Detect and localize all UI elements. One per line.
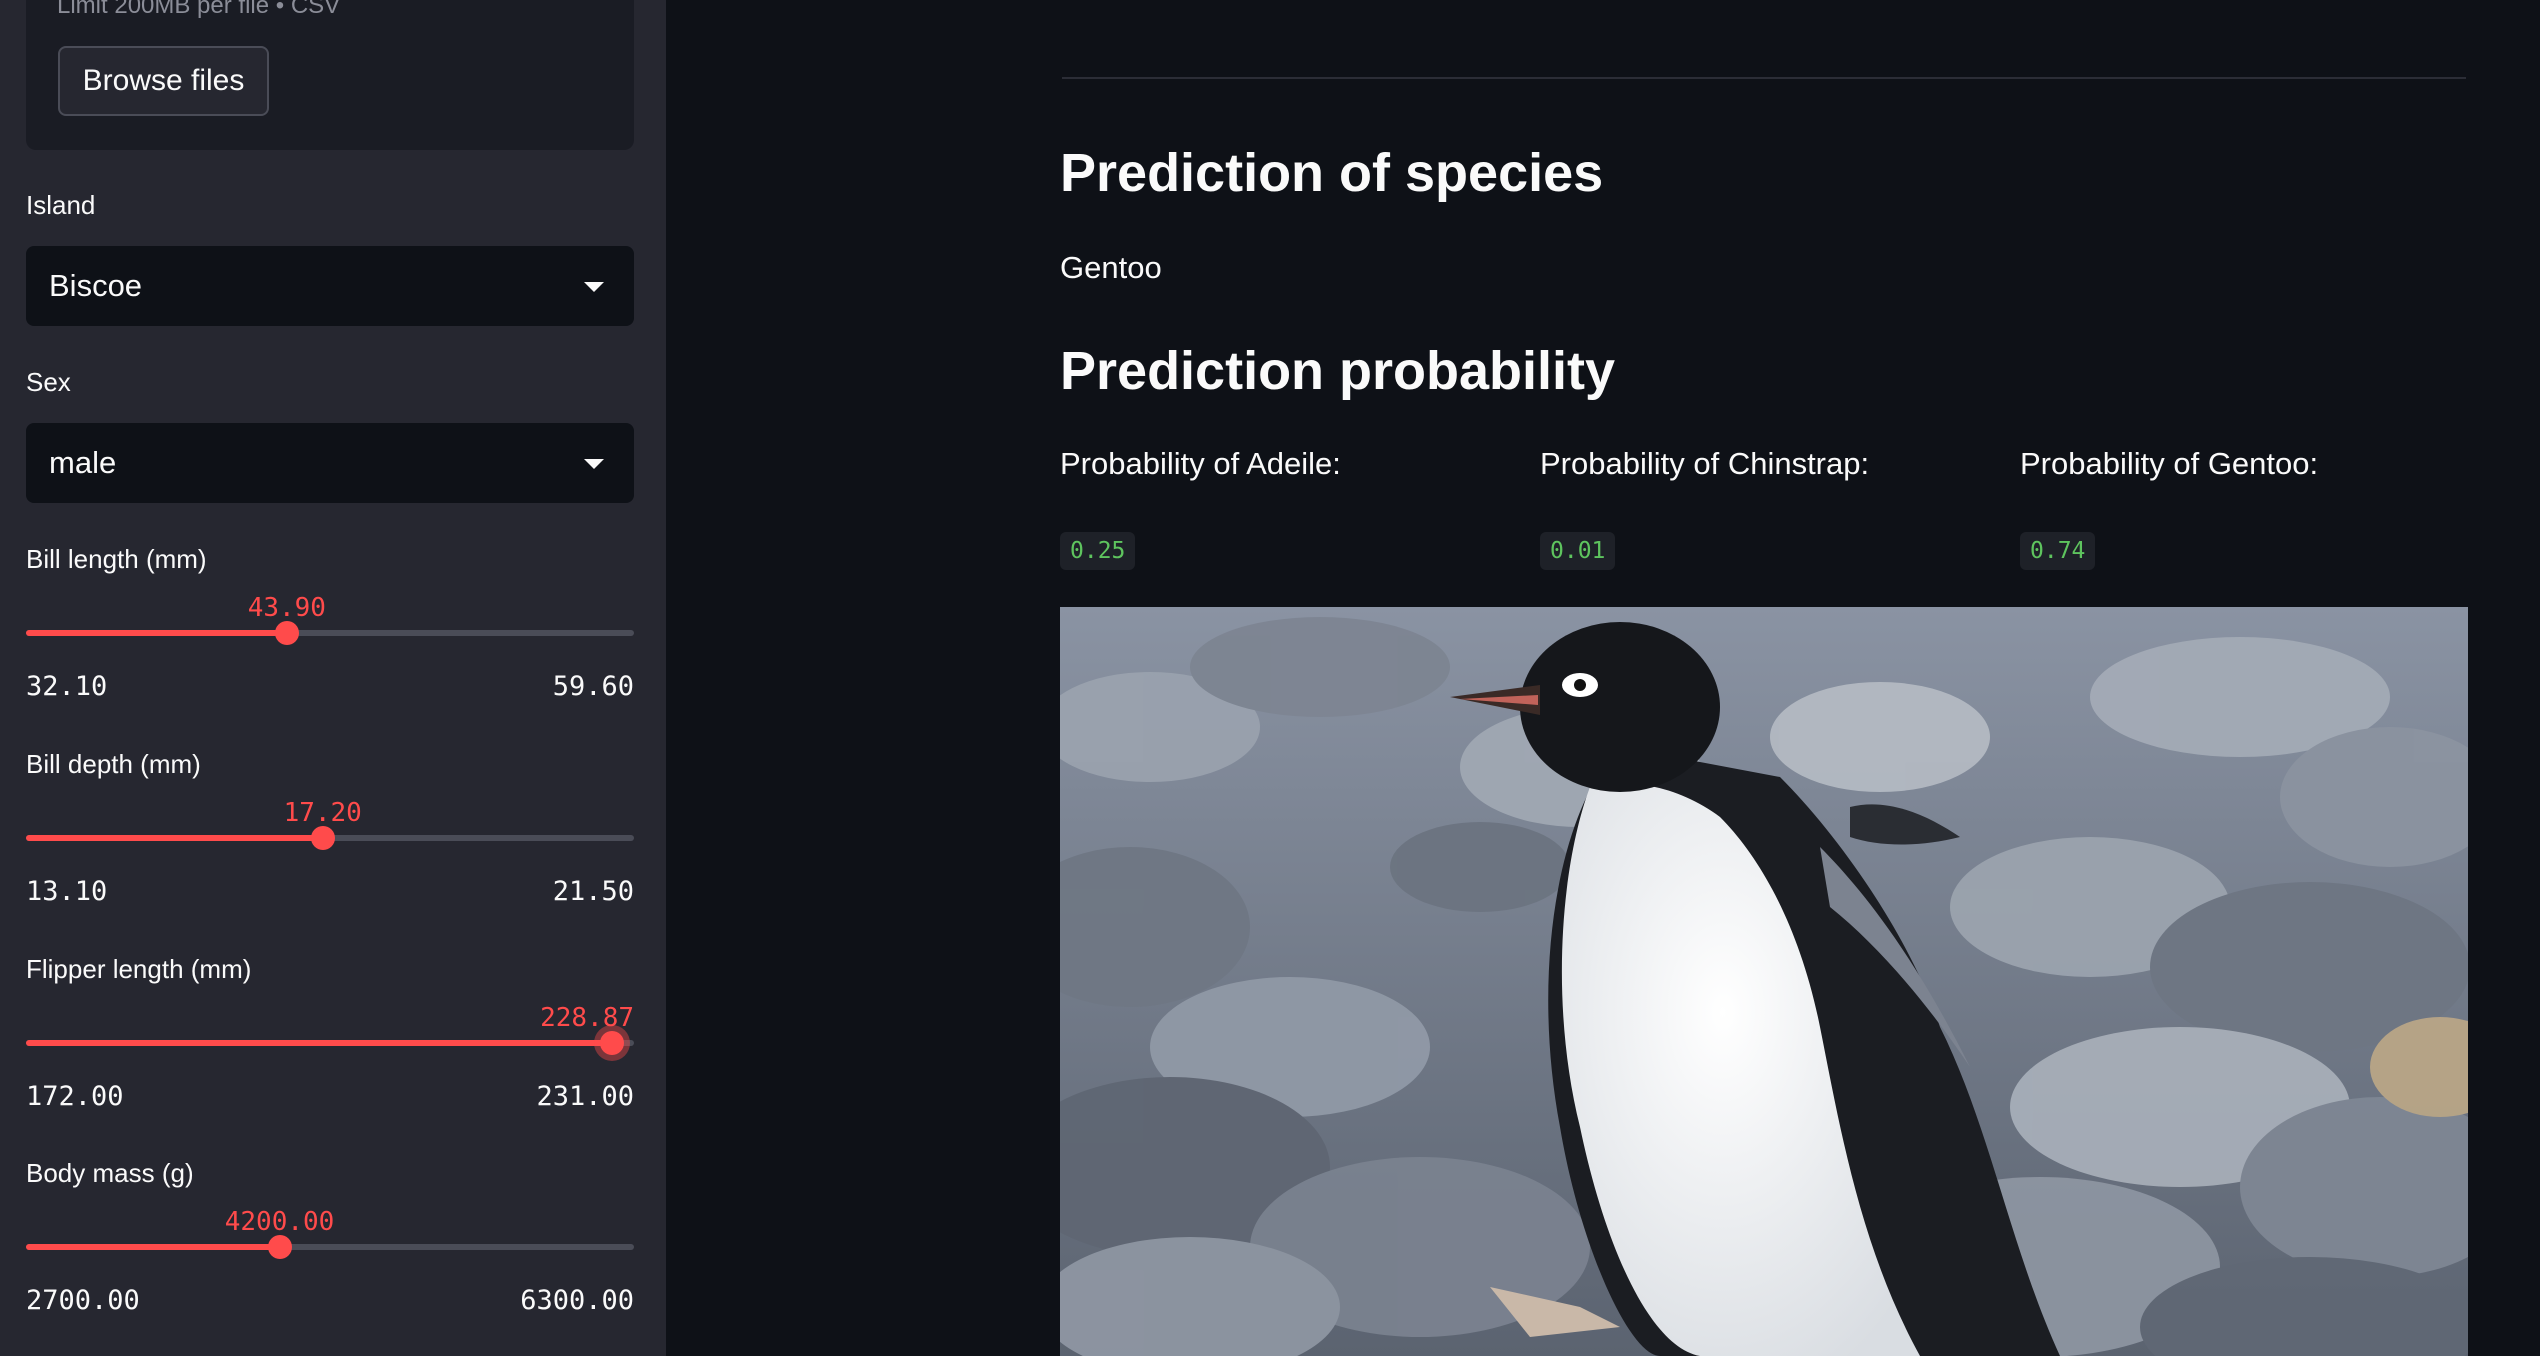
slider-min: 172.00: [26, 1081, 124, 1112]
slider-thumb[interactable]: [600, 1031, 625, 1055]
slider-max: 21.50: [552, 876, 634, 907]
probability-label: Probability of Adeile:: [1060, 446, 1341, 481]
slider-track[interactable]: [26, 621, 634, 645]
sex-select[interactable]: male: [26, 423, 634, 503]
file-uploader[interactable]: Limit 200MB per file • CSV Browse files: [26, 0, 634, 150]
body-mass-label: Body mass (g): [26, 1158, 194, 1188]
sex-label: Sex: [26, 367, 71, 397]
slider-value: 17.20: [283, 798, 362, 828]
probability-label: Probability of Gentoo:: [2020, 446, 2319, 481]
slider-max: 6300.00: [520, 1285, 634, 1316]
slider-max: 59.60: [552, 671, 634, 702]
divider: [1062, 77, 2466, 79]
main-content: Prediction of species Gentoo Prediction …: [666, 0, 2540, 1356]
penguin-photo: [1060, 607, 2468, 1356]
slider-min: 2700.00: [26, 1285, 140, 1316]
bill-length-label: Bill length (mm): [26, 544, 207, 574]
chevron-down-icon: [584, 459, 604, 469]
probability-gentoo: Probability of Gentoo: 0.74: [2020, 446, 2319, 570]
flipper-length-slider[interactable]: 228.87 172.00 231.00: [26, 1003, 634, 1123]
slider-max: 231.00: [536, 1081, 634, 1112]
bill-depth-label: Bill depth (mm): [26, 749, 201, 779]
probability-chinstrap: Probability of Chinstrap: 0.01: [1540, 446, 1870, 570]
island-select[interactable]: Biscoe: [26, 246, 634, 326]
species-heading: Prediction of species: [1060, 143, 1604, 203]
probability-value: 0.74: [2020, 532, 2096, 570]
slider-track[interactable]: [26, 1235, 634, 1259]
bill-length-slider[interactable]: 43.90 32.10 59.60: [26, 593, 634, 713]
slider-min: 13.10: [26, 876, 108, 907]
probability-value: 0.01: [1540, 532, 1616, 570]
island-select-value: Biscoe: [49, 268, 143, 303]
upload-limit-text: Limit 200MB per file • CSV: [57, 0, 341, 19]
slider-fill: [26, 630, 287, 636]
species-result: Gentoo: [1060, 250, 1162, 285]
slider-track[interactable]: [26, 1031, 634, 1055]
slider-thumb[interactable]: [310, 826, 335, 850]
slider-min: 32.10: [26, 671, 108, 702]
probability-adeile: Probability of Adeile: 0.25: [1060, 446, 1341, 570]
slider-fill: [26, 835, 323, 841]
sex-select-value: male: [49, 445, 117, 480]
slider-value: 4200.00: [224, 1207, 335, 1237]
slider-fill: [26, 1244, 280, 1250]
bill-depth-slider[interactable]: 17.20 13.10 21.50: [26, 798, 634, 918]
island-label: Island: [26, 190, 96, 220]
flipper-length-label: Flipper length (mm): [26, 954, 252, 984]
sidebar: Limit 200MB per file • CSV Browse files …: [0, 0, 666, 1356]
slider-thumb[interactable]: [274, 621, 299, 645]
slider-value: 228.87: [540, 1003, 634, 1033]
chevron-down-icon: [584, 282, 604, 292]
slider-thumb[interactable]: [267, 1235, 292, 1259]
slider-value: 43.90: [247, 593, 326, 623]
probability-value: 0.25: [1060, 532, 1136, 570]
slider-fill: [26, 1040, 613, 1046]
probability-heading: Prediction probability: [1060, 341, 1616, 401]
browse-files-button[interactable]: Browse files: [58, 46, 269, 116]
penguin-image: [1060, 607, 2468, 1356]
slider-track[interactable]: [26, 826, 634, 850]
body-mass-slider[interactable]: 4200.00 2700.00 6300.00: [26, 1207, 634, 1327]
probability-label: Probability of Chinstrap:: [1540, 446, 1870, 481]
